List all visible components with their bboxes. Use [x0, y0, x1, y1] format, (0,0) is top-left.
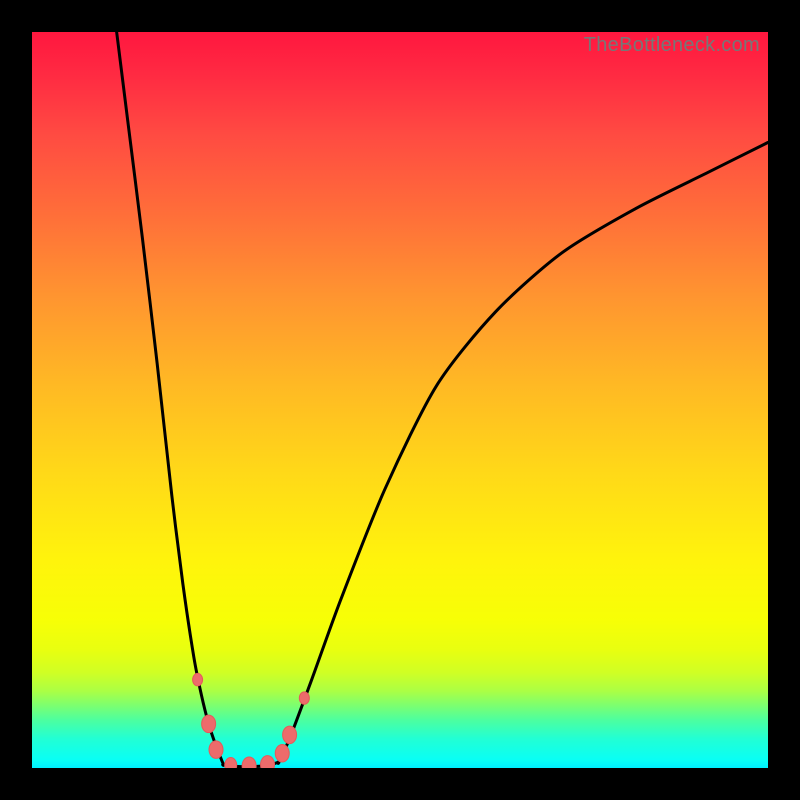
watermark-text: TheBottleneck.com	[584, 34, 760, 57]
data-marker	[225, 758, 237, 768]
plot-area: TheBottleneck.com	[32, 32, 768, 768]
curve-group	[117, 32, 768, 767]
data-marker	[209, 741, 223, 759]
data-marker	[283, 726, 297, 744]
marker-group	[193, 673, 310, 768]
data-marker	[275, 745, 289, 763]
data-marker	[299, 692, 309, 705]
data-marker	[242, 757, 256, 768]
data-marker	[261, 756, 275, 768]
data-marker	[202, 715, 216, 733]
data-marker	[193, 673, 203, 686]
bottleneck-curve	[117, 32, 768, 767]
bottleneck-curve-plot	[32, 32, 768, 768]
chart-frame: TheBottleneck.com	[0, 0, 800, 800]
